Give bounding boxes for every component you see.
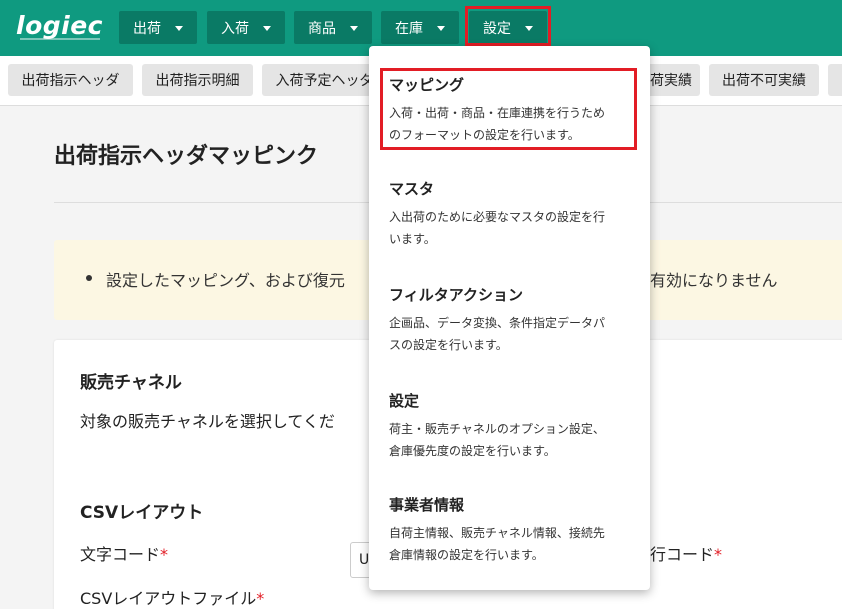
menu-item-desc: 倉庫情報の設定を行います。 bbox=[389, 548, 544, 562]
sales-channel-description: 対象の販売チャネルを選択してくだ bbox=[80, 412, 335, 431]
nav-inventory-label: 在庫 bbox=[395, 20, 423, 37]
logo[interactable]: logiec bbox=[16, 11, 103, 40]
tab-shipping-detail[interactable]: 出荷指示明細 bbox=[142, 64, 253, 96]
charset-label-text: 文字コード bbox=[80, 545, 161, 564]
nav-inventory[interactable]: 在庫 bbox=[381, 11, 459, 44]
menu-item-desc: 倉庫優先度の設定を行います。 bbox=[389, 444, 556, 458]
menu-item-title: 設定 bbox=[389, 392, 420, 410]
newline-label-text: 行コード bbox=[650, 545, 715, 564]
menu-item-master[interactable]: マスタ 入出荷のために必要なマスタの設定を行 います。 bbox=[389, 178, 639, 250]
menu-item-desc: 自荷主情報、販売チャネル情報、接続先 bbox=[389, 526, 605, 540]
nav-products-label: 商品 bbox=[308, 20, 336, 37]
menu-item-title: マスタ bbox=[389, 180, 435, 198]
csv-layout-heading: CSVレイアウト bbox=[80, 503, 204, 523]
menu-item-desc: 企画品、データ変換、条件指定データパ bbox=[389, 316, 606, 330]
nav-receiving[interactable]: 入荷 bbox=[207, 11, 285, 44]
required-mark: * bbox=[160, 545, 169, 564]
menu-item-title: 事業者情報 bbox=[389, 496, 465, 514]
caret-down-icon bbox=[263, 26, 271, 31]
notice-text-tail: 有効になりません bbox=[650, 271, 778, 290]
menu-item-title: フィルタアクション bbox=[389, 286, 523, 304]
menu-item-filter-action[interactable]: フィルタアクション 企画品、データ変換、条件指定データパ スの設定を行います。 bbox=[389, 284, 639, 356]
mapping-highlight-box bbox=[380, 68, 637, 150]
nav-shipping-label: 出荷 bbox=[133, 20, 161, 37]
menu-item-desc: 荷主・販売チャネルのオプション設定、 bbox=[389, 422, 605, 436]
required-mark: * bbox=[714, 545, 723, 564]
menu-item-company-info[interactable]: 事業者情報 自荷主情報、販売チャネル情報、接続先 倉庫情報の設定を行います。 bbox=[389, 494, 639, 566]
sales-channel-heading: 販売チャネル bbox=[80, 373, 182, 393]
caret-down-icon bbox=[175, 26, 183, 31]
settings-dropdown-menu: マッピング 入荷・出荷・商品・在庫連携を行うため のフォーマットの設定を行います… bbox=[369, 46, 650, 590]
notice-text: 設定したマッピング、および復元 bbox=[106, 271, 345, 290]
logo-underline bbox=[20, 38, 100, 40]
charset-label: 文字コード* bbox=[80, 541, 168, 565]
caret-down-icon bbox=[350, 26, 358, 31]
nav-products[interactable]: 商品 bbox=[294, 11, 372, 44]
page-title: 出荷指示ヘッダマッピンク bbox=[54, 144, 319, 169]
menu-item-desc: います。 bbox=[389, 232, 436, 246]
nav-shipping[interactable]: 出荷 bbox=[119, 11, 197, 44]
tab-more[interactable] bbox=[828, 64, 842, 96]
settings-highlight-box bbox=[465, 6, 551, 46]
required-mark: * bbox=[256, 589, 265, 608]
nav-receiving-label: 入荷 bbox=[221, 20, 249, 37]
layout-file-label: CSVレイアウトファイル* bbox=[80, 585, 264, 609]
menu-item-desc: 入出荷のために必要なマスタの設定を行 bbox=[389, 210, 606, 224]
newline-label: 行コード* bbox=[650, 541, 722, 565]
menu-item-settings[interactable]: 設定 荷主・販売チャネルのオプション設定、 倉庫優先度の設定を行います。 bbox=[389, 390, 639, 462]
layout-file-label-text: CSVレイアウトファイル bbox=[80, 589, 257, 608]
caret-down-icon bbox=[437, 26, 445, 31]
menu-item-desc: スの設定を行います。 bbox=[389, 338, 508, 352]
tab-shipping-header[interactable]: 出荷指示ヘッダ bbox=[8, 64, 133, 96]
bullet-icon bbox=[86, 275, 92, 281]
tab-unshippable-results[interactable]: 出荷不可実績 bbox=[709, 64, 819, 96]
